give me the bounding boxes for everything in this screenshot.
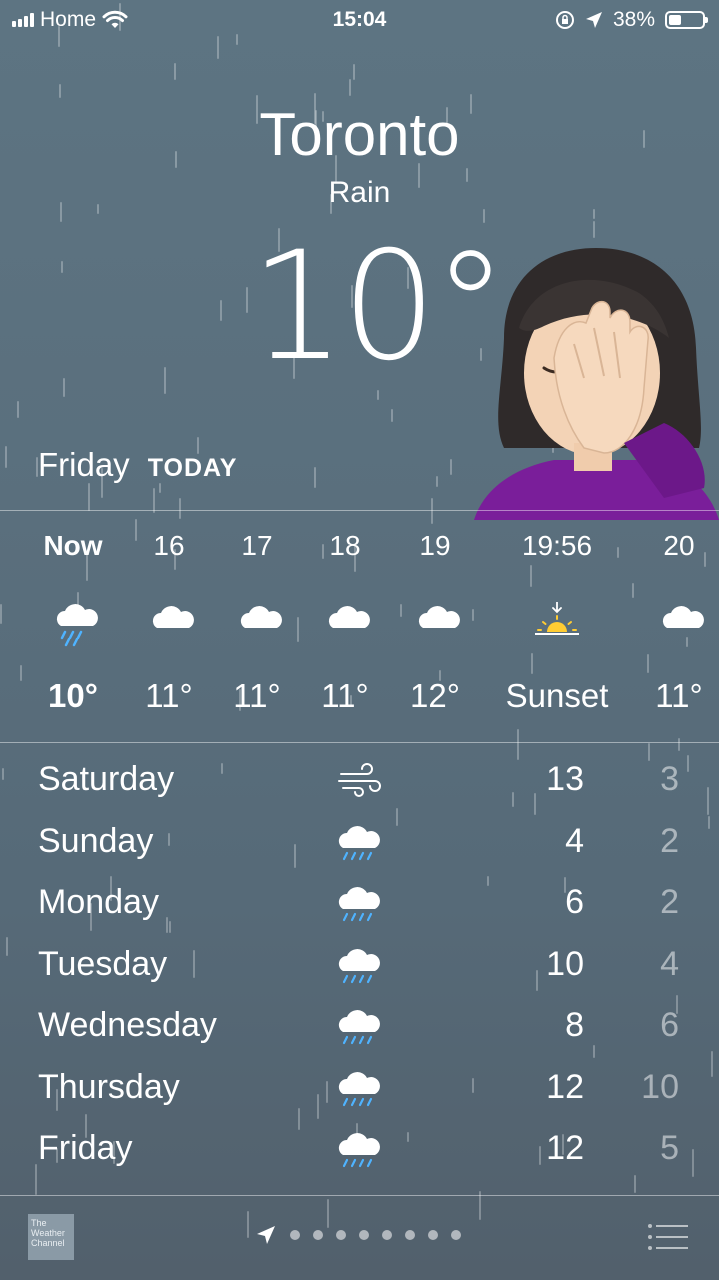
daily-row: Saturday 13 3 xyxy=(0,752,719,814)
day-name: Tuesday xyxy=(38,944,168,983)
hour-temp: 11° xyxy=(655,677,703,714)
hourly-item: 19 12° xyxy=(380,512,490,742)
daily-row: Thursday 12 10 xyxy=(0,1060,719,1122)
day-high: 6 xyxy=(565,883,584,921)
rain-streak xyxy=(593,221,595,238)
hourly-item: 20 11° xyxy=(624,512,719,742)
daily-row: Wednesday 8 6 xyxy=(0,998,719,1060)
day-low: 3 xyxy=(660,760,679,798)
rain-streak xyxy=(349,79,351,96)
day-high: 12 xyxy=(546,1129,584,1167)
battery-percent: 38% xyxy=(612,8,655,31)
orientation-lock-icon xyxy=(555,11,574,29)
battery-icon xyxy=(665,11,708,29)
today-day: Friday xyxy=(38,446,130,483)
cloud-icon xyxy=(380,602,490,652)
rain-cloud-icon xyxy=(18,602,128,652)
rain-cloud-icon xyxy=(335,1004,385,1050)
rain-streak xyxy=(5,446,7,468)
current-location-icon xyxy=(257,1226,275,1244)
day-name: Friday xyxy=(38,1129,133,1167)
day-high: 4 xyxy=(565,821,584,860)
rain-cloud-icon xyxy=(335,1127,385,1173)
cloud-icon xyxy=(624,602,719,652)
day-name: Sunday xyxy=(38,821,154,860)
daily-row: Friday 12 5 xyxy=(0,1121,719,1183)
rain-streak xyxy=(314,467,316,488)
rain-streak xyxy=(353,64,355,80)
rain-streak xyxy=(391,409,393,422)
sunset-icon xyxy=(492,601,622,652)
sunset-label: Sunset xyxy=(505,677,609,714)
rain-streak xyxy=(59,84,61,98)
today-row: Friday TODAY xyxy=(38,446,237,484)
page-dot[interactable] xyxy=(451,1230,461,1240)
daily-row: Sunday 4 2 xyxy=(0,814,719,876)
day-low: 4 xyxy=(660,944,679,983)
day-low: 2 xyxy=(660,883,679,921)
hourly-forecast[interactable]: Now 10° 16 11° 17 11° 18 11° 19 12° 19:5… xyxy=(0,512,719,742)
wind-icon xyxy=(335,758,385,804)
rain-streak xyxy=(164,367,166,394)
bottom-toolbar: The Weather Channel xyxy=(0,1196,719,1280)
day-low: 5 xyxy=(660,1129,679,1167)
day-name: Wednesday xyxy=(38,1006,217,1044)
current-temperature: 10° xyxy=(250,220,508,394)
hour-temp: 10° xyxy=(48,677,98,714)
hourly-item: 19:56 Sunset xyxy=(492,512,622,742)
today-label: TODAY xyxy=(147,454,238,482)
day-low: 2 xyxy=(660,821,679,860)
hour-label: Now xyxy=(43,530,103,561)
page-dot[interactable] xyxy=(336,1230,346,1240)
day-low: 10 xyxy=(641,1067,679,1106)
rain-streak xyxy=(61,261,63,273)
rain-cloud-icon xyxy=(335,943,385,989)
page-indicator[interactable] xyxy=(255,1224,461,1246)
daily-row: Tuesday 10 4 xyxy=(0,937,719,999)
current-condition: Rain xyxy=(328,176,391,209)
city-name: Toronto xyxy=(259,101,460,168)
page-dot[interactable] xyxy=(382,1230,392,1240)
rain-streak xyxy=(63,378,65,397)
hour-label: 20 xyxy=(663,530,695,561)
rain-streak xyxy=(17,401,19,418)
divider xyxy=(0,742,719,743)
page-dot[interactable] xyxy=(359,1230,369,1240)
hourly-item: Now 10° xyxy=(18,512,128,742)
weather-channel-logo[interactable]: The Weather Channel xyxy=(28,1214,74,1260)
daily-row: Monday 6 2 xyxy=(0,875,719,937)
divider xyxy=(0,510,719,511)
rain-cloud-icon xyxy=(335,881,385,927)
city-list-icon[interactable] xyxy=(647,1222,689,1252)
day-name: Monday xyxy=(38,883,159,921)
rain-streak xyxy=(246,287,248,313)
hour-label: 19:56 xyxy=(521,530,593,561)
day-high: 13 xyxy=(546,760,584,798)
rain-streak xyxy=(450,459,452,475)
day-name: Saturday xyxy=(38,760,175,798)
hour-label: 19 xyxy=(419,530,451,561)
rain-cloud-icon xyxy=(335,1066,385,1112)
day-name: Thursday xyxy=(38,1067,180,1106)
page-dot[interactable] xyxy=(290,1230,300,1240)
daily-forecast[interactable]: Saturday 13 3 Sunday 4 2 Monday 6 2 Tues… xyxy=(0,752,719,1183)
day-high: 10 xyxy=(546,944,584,983)
rain-streak xyxy=(174,63,176,80)
day-low: 6 xyxy=(660,1006,679,1044)
rain-streak xyxy=(220,300,222,321)
location-arrow-icon xyxy=(585,12,602,28)
day-high: 8 xyxy=(565,1006,584,1044)
facepalm-emoji-sticker xyxy=(474,248,719,520)
page-dot[interactable] xyxy=(428,1230,438,1240)
status-bar: Home 15:04 38% xyxy=(0,0,719,40)
hour-temp: 12° xyxy=(410,677,460,714)
rain-streak xyxy=(159,483,161,493)
rain-streak xyxy=(593,209,595,219)
day-high: 12 xyxy=(546,1067,584,1106)
rain-cloud-icon xyxy=(335,820,385,866)
rain-streak xyxy=(88,483,90,511)
page-dot[interactable] xyxy=(405,1230,415,1240)
page-dot[interactable] xyxy=(313,1230,323,1240)
rain-streak xyxy=(436,476,438,487)
